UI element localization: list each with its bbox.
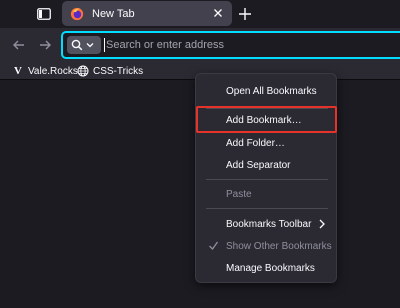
- bookmark-label: Vale.Rocks: [28, 65, 78, 77]
- menu-item-bookmarks-toolbar[interactable]: Bookmarks Toolbar: [196, 214, 338, 234]
- new-tab-plus-icon[interactable]: [236, 5, 254, 23]
- menu-item-add-separator[interactable]: Add Separator: [196, 155, 338, 175]
- menu-item-paste: Paste: [226, 188, 252, 200]
- sidebar-icon: [37, 8, 51, 20]
- close-icon[interactable]: [212, 7, 224, 19]
- url-input[interactable]: [106, 34, 396, 56]
- highlight-annotation: [196, 106, 337, 133]
- text-cursor: [104, 38, 105, 52]
- bookmark-css-tricks[interactable]: CSS-Tricks: [77, 63, 143, 79]
- bookmark-vale-rocks[interactable]: V Vale.Rocks: [12, 63, 78, 79]
- firefox-icon: [70, 7, 84, 20]
- forward-arrow-icon[interactable]: [37, 37, 53, 53]
- menu-item-add-folder[interactable]: Add Folder…: [196, 133, 338, 153]
- address-bar[interactable]: [61, 31, 400, 59]
- bookmark-label: CSS-Tricks: [93, 65, 144, 77]
- nav-bar: [0, 28, 400, 62]
- tab-new-tab[interactable]: New Tab: [62, 1, 232, 26]
- globe-icon: [77, 65, 89, 77]
- search-icon: [71, 39, 83, 51]
- tab-title: New Tab: [92, 7, 135, 20]
- sidebar-toggle-button[interactable]: [30, 4, 58, 24]
- search-mode-switcher[interactable]: [67, 36, 101, 54]
- chevron-down-icon: [86, 43, 94, 48]
- menu-separator: [206, 208, 328, 209]
- bookmarks-context-menu: Open All Bookmarks Add Bookmark… Add Fol…: [195, 73, 337, 283]
- menu-item-show-other-bookmarks: Show Other Bookmarks: [196, 236, 338, 256]
- menu-item-open-all-bookmarks[interactable]: Open All Bookmarks: [196, 81, 338, 101]
- back-arrow-icon[interactable]: [11, 37, 27, 53]
- menu-item-manage-bookmarks[interactable]: Manage Bookmarks: [196, 258, 338, 278]
- checkmark-icon: [209, 241, 219, 251]
- chevron-right-icon: [319, 219, 325, 229]
- tab-strip: New Tab: [0, 0, 400, 28]
- menu-separator: [206, 179, 328, 180]
- vale-v-logo: V: [14, 65, 22, 77]
